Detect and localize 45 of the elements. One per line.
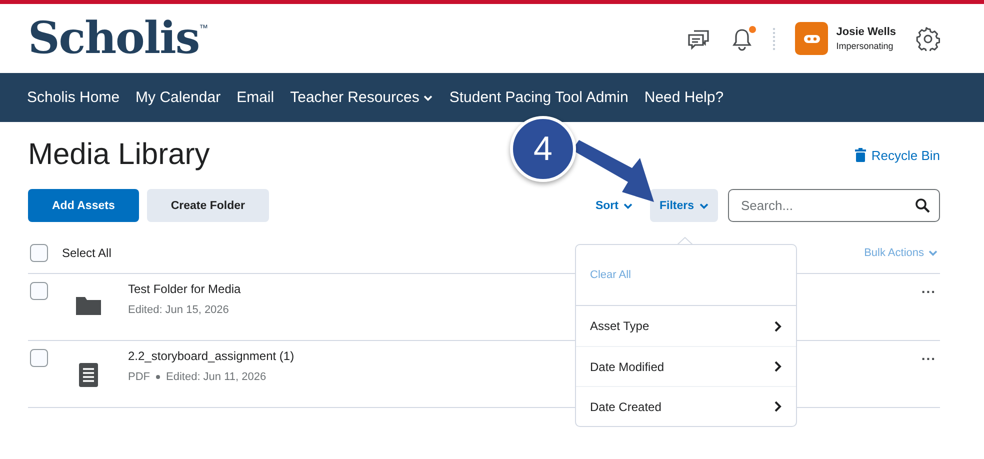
- chevron-down-icon: [623, 200, 634, 210]
- more-options-button[interactable]: ...: [917, 280, 940, 296]
- chevron-right-icon: [774, 401, 782, 412]
- search-field[interactable]: Search...: [728, 189, 940, 222]
- bullet-icon: [156, 375, 160, 379]
- filter-option[interactable]: Date Created: [576, 386, 796, 426]
- chat-icon[interactable]: [687, 28, 712, 50]
- chevron-right-icon: [774, 320, 782, 332]
- item-meta: PDF: [128, 371, 150, 383]
- nav-link[interactable]: Teacher Resources: [290, 89, 434, 106]
- chevron-down-icon: [423, 92, 434, 102]
- folder-icon: [76, 296, 100, 315]
- filter-option[interactable]: Asset Type: [576, 306, 796, 346]
- brand-logo[interactable]: Scholis™: [28, 13, 208, 64]
- filters-button[interactable]: Filters: [650, 189, 718, 222]
- filter-option[interactable]: Date Modified: [576, 346, 796, 386]
- checkbox[interactable]: [30, 244, 48, 262]
- sort-button[interactable]: Sort: [586, 189, 642, 222]
- item-meta: Edited: Jun 11, 2026: [166, 371, 266, 383]
- user-role: Impersonating: [836, 41, 894, 51]
- nav-link[interactable]: Student Pacing Tool Admin: [449, 89, 628, 106]
- checkbox[interactable]: [30, 282, 48, 300]
- nav-link[interactable]: Email: [236, 89, 274, 106]
- nav-link[interactable]: Need Help?: [644, 89, 724, 106]
- settings-icon[interactable]: [916, 26, 940, 50]
- nav-link[interactable]: Scholis Home: [27, 89, 120, 106]
- notifications-icon[interactable]: [731, 26, 754, 50]
- recycle-bin-link[interactable]: Recycle Bin: [855, 148, 940, 162]
- user-name: Josie Wells: [836, 26, 896, 38]
- chevron-down-icon: [928, 248, 938, 258]
- add-button[interactable]: Add Assets: [28, 189, 139, 222]
- checkbox[interactable]: [30, 349, 48, 367]
- document-icon: [78, 363, 98, 387]
- create-folder-button[interactable]: Create Folder: [146, 189, 269, 222]
- chevron-down-icon: [699, 200, 709, 210]
- select-all-label: Select All: [62, 246, 112, 260]
- more-options-button[interactable]: ...: [917, 347, 940, 363]
- nav-link[interactable]: My Calendar: [136, 89, 221, 106]
- step-badge: 4: [510, 116, 576, 182]
- trash-icon: [855, 148, 866, 162]
- page-title: Media Library: [28, 138, 210, 172]
- item-meta: Edited: Jun 15, 2026: [128, 304, 229, 316]
- chevron-right-icon: [774, 361, 782, 372]
- search-icon[interactable]: [915, 198, 930, 213]
- avatar-icon[interactable]: [795, 22, 828, 55]
